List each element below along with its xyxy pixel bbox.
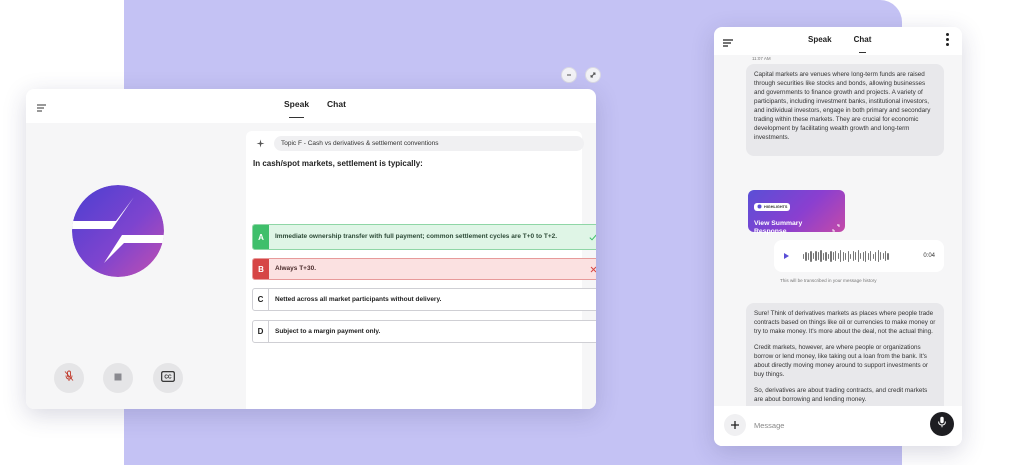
answer-option-b[interactable]: B Always T+30.: [252, 258, 596, 280]
collapse-icon[interactable]: [585, 67, 601, 83]
microphone-button[interactable]: [930, 412, 954, 436]
view-summary-link[interactable]: View Summary Response: [754, 220, 822, 236]
quiz-area: Topic F - Cash vs derivatives & settleme…: [221, 123, 596, 409]
audio-message: 0:04: [774, 240, 944, 272]
message-composer: [714, 406, 962, 446]
sparkle-icon: [253, 136, 268, 151]
quiz-panel: Topic F - Cash vs derivatives & settleme…: [246, 131, 596, 409]
chat-window: Speak Chat 11:07 AM Capital markets are …: [714, 27, 962, 446]
speak-window: Speak Chat CC Topic F - Cash vs derivati…: [26, 89, 596, 409]
transcription-note: This will be transcribed in your message…: [780, 278, 877, 283]
add-attachment-button[interactable]: [724, 414, 746, 436]
menu-icon[interactable]: [37, 100, 47, 112]
option-text: Always T+30.: [275, 265, 317, 273]
stop-icon: [113, 369, 123, 387]
avatar-panel: CC: [26, 123, 221, 409]
option-letter: D: [253, 321, 269, 342]
captions-button[interactable]: CC: [153, 363, 183, 393]
answer-option-a[interactable]: A Immediate ownership transfer with full…: [252, 224, 596, 250]
svg-text:CC: CC: [164, 375, 172, 381]
microphone-icon: [937, 415, 947, 433]
cross-icon: [582, 259, 596, 279]
play-icon[interactable]: [784, 253, 789, 259]
waveform: [803, 250, 889, 262]
chat-messages: 11:07 AM Capital markets are venues wher…: [714, 55, 962, 427]
question-text: In cash/spot markets, settlement is typi…: [253, 159, 423, 168]
answer-option-c[interactable]: C Netted across all market participants …: [252, 288, 596, 311]
mic-off-icon: [63, 369, 75, 387]
highlight-icon: [757, 204, 762, 210]
message-paragraph: Sure! Think of derivatives markets as pl…: [754, 310, 936, 335]
plus-icon: [730, 417, 740, 433]
highlights-badge: HIGHLIGHTS: [754, 203, 791, 211]
topic-row: Topic F - Cash vs derivatives & settleme…: [253, 136, 584, 151]
assistant-message: Capital markets are venues where long-te…: [746, 64, 944, 156]
assistant-logo: [72, 185, 164, 277]
speak-window-tabs: Speak Chat: [284, 99, 346, 118]
chat-window-header: Speak Chat: [714, 27, 962, 55]
tab-speak[interactable]: Speak: [284, 99, 309, 118]
stop-button[interactable]: [103, 363, 133, 393]
closed-captions-icon: CC: [161, 369, 175, 387]
topic-label: Topic F - Cash vs derivatives & settleme…: [274, 136, 584, 151]
option-text: Netted across all market participants wi…: [275, 295, 442, 303]
option-text: Subject to a margin payment only.: [275, 327, 381, 335]
expand-icon[interactable]: [832, 219, 840, 232]
minimize-icon[interactable]: [561, 67, 577, 83]
tab-speak[interactable]: Speak: [808, 35, 832, 44]
audio-duration: 0:04: [923, 253, 935, 259]
chat-window-tabs: Speak Chat: [808, 35, 871, 53]
message-paragraph: So, derivatives are about trading contra…: [754, 386, 928, 403]
highlights-card[interactable]: HIGHLIGHTS View Summary Response: [748, 190, 845, 235]
option-letter: A: [253, 225, 269, 249]
mute-button[interactable]: [54, 363, 84, 393]
highlights-badge-label: HIGHLIGHTS: [764, 205, 788, 209]
option-letter: C: [253, 289, 269, 310]
tab-chat[interactable]: Chat: [327, 99, 346, 109]
menu-icon[interactable]: [723, 35, 734, 53]
message-input[interactable]: [754, 418, 924, 432]
speak-window-header: Speak Chat: [26, 89, 596, 123]
checkmark-icon: [582, 225, 596, 249]
more-options-icon[interactable]: [945, 33, 949, 46]
option-text: Immediate ownership transfer with full p…: [275, 233, 558, 241]
message-timestamp: 11:07 AM: [752, 56, 771, 61]
window-controls: [561, 67, 601, 83]
answer-option-d[interactable]: D Subject to a margin payment only.: [252, 320, 596, 343]
tab-chat[interactable]: Chat: [854, 35, 871, 53]
option-letter: B: [253, 259, 269, 279]
message-paragraph: Credit markets, however, are where peopl…: [754, 343, 928, 378]
